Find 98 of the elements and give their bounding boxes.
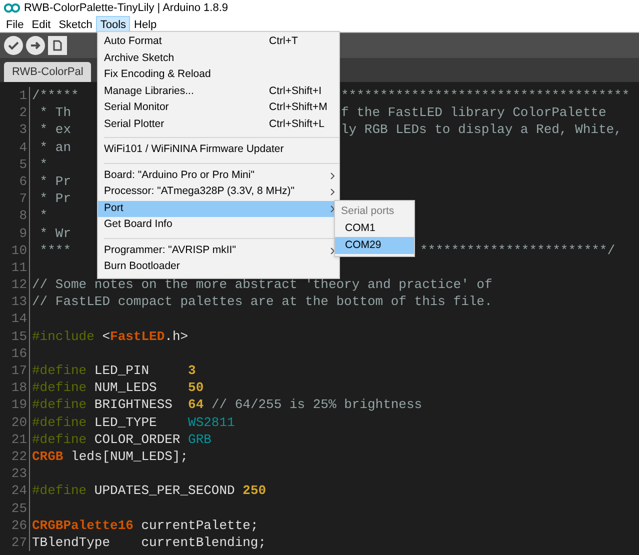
code-directive: #define	[32, 414, 87, 431]
code-plain: BRIGHTNESS	[93, 396, 174, 414]
line-number: 16	[0, 344, 30, 362]
com-port-option[interactable]: COM1	[335, 220, 414, 237]
code-constant: WS2811	[188, 414, 235, 431]
code-type: CRGB	[32, 448, 64, 466]
line-number: 23	[0, 465, 30, 482]
menu-item[interactable]: Archive Sketch	[98, 50, 339, 67]
new-button[interactable]	[48, 36, 67, 55]
checkmark-icon	[8, 41, 19, 50]
line-number: 10	[0, 242, 30, 259]
code-comment: * Wr	[38, 224, 72, 242]
line-number: 6	[0, 172, 30, 190]
line-number: 4	[0, 138, 30, 156]
code-plain: UPDATES_PER_SECOND	[93, 482, 236, 500]
code-type: CRGBPalette16	[32, 516, 134, 534]
arrow-right-icon	[30, 41, 41, 50]
menu-item[interactable]: Edit	[28, 16, 55, 32]
code-comment: /*****	[32, 87, 79, 104]
menu-item[interactable]: Burn Bootloader	[98, 259, 339, 276]
code-comment: ly RGB LEDs to display a Red, White,	[341, 121, 622, 139]
code-comment: f the FastLED library ColorPalette	[341, 104, 606, 122]
code-comment: ****	[38, 242, 72, 259]
line-number: 5	[0, 156, 30, 173]
submenu-item[interactable]: Processor: "ATmega328P (3.3V, 8 MHz)"	[98, 184, 339, 200]
code-plain: LED_PIN	[93, 362, 150, 380]
code-directive: #define	[32, 362, 87, 380]
line-number: 1	[0, 87, 30, 104]
code-directive: #define	[32, 379, 87, 396]
menu-item[interactable]: Manage Libraries... Ctrl+Shift+I	[98, 84, 339, 100]
line-number: 11	[0, 258, 30, 276]
sketch-tab[interactable]: RWB-ColorPal	[4, 62, 92, 82]
code-plain: <	[101, 328, 110, 345]
code-number: 3	[188, 362, 196, 380]
line-number: 20	[0, 414, 30, 431]
code-plain: TBlendType currentBlending;	[32, 534, 266, 552]
line-number: 12	[0, 276, 30, 294]
line-number: 27	[0, 534, 30, 552]
code-comment: ************************/	[420, 242, 616, 259]
line-number: 15	[0, 328, 30, 345]
code-comment: * Th	[38, 104, 72, 122]
line-number: 8	[0, 207, 30, 224]
menu-item[interactable]: Sketch	[54, 16, 96, 32]
menu-item[interactable]: Serial Monitor Ctrl+Shift+M	[98, 100, 339, 116]
menu-item[interactable]: Fix Encoding & Reload	[98, 67, 339, 84]
line-number: 3	[0, 121, 30, 139]
upload-button[interactable]	[26, 36, 45, 55]
menu-item[interactable]: Tools	[96, 16, 130, 32]
code-type: FastLED	[110, 328, 165, 345]
code-comment: *************************************	[341, 87, 630, 104]
code-comment: *	[38, 156, 48, 173]
line-number: 7	[0, 190, 30, 208]
verify-button[interactable]	[4, 36, 23, 55]
code-number: 50	[188, 379, 204, 396]
line-number: 14	[0, 310, 30, 328]
line-number: 21	[0, 430, 30, 448]
code-comment: // Some notes on the more abstract 'theory and practice' of	[32, 276, 492, 294]
menu-item[interactable]: Serial Plotter Ctrl+Shift+L	[98, 116, 339, 133]
window-title: RWB-ColorPalette-TinyLily | Arduino 1.8.9	[24, 0, 228, 16]
menu-item[interactable]: File	[2, 16, 28, 32]
code-directive: #define	[32, 430, 87, 448]
code-plain: NUM_LEDS	[93, 379, 158, 396]
code-plain: COLOR_ORDER	[93, 430, 182, 448]
code-plain: LED_TYPE	[93, 414, 158, 431]
code-plain: currentPalette;	[140, 516, 258, 534]
code-number: 64	[188, 396, 204, 414]
code-comment: * Pr	[38, 190, 72, 208]
submenu-item[interactable]: Board: "Arduino Pro or Pro Mini"	[98, 168, 339, 184]
code-plain: leds[NUM_LEDS];	[70, 448, 188, 466]
line-number: 9	[0, 224, 30, 242]
code-comment: // 64/255 is 25% brightness	[210, 396, 422, 414]
line-number: 17	[0, 362, 30, 380]
code-comment: * Pr	[38, 172, 72, 190]
code-comment: * an	[38, 138, 72, 156]
line-number: 18	[0, 379, 30, 396]
line-number: 2	[0, 104, 30, 122]
code-directive: #define	[32, 396, 87, 414]
menu-item[interactable]: WiFi101 / WiFiNINA Firmware Updater	[98, 142, 339, 158]
chevron-right-icon	[330, 246, 335, 255]
code-comment: * ex	[38, 121, 72, 139]
line-number: 25	[0, 500, 30, 517]
com-port-option[interactable]: COM29	[335, 237, 414, 254]
infinity-logo-icon	[4, 3, 20, 13]
code-comment: // FastLED compact palettes are at the bottom of this file.	[32, 293, 492, 310]
code-plain: .h>	[164, 328, 188, 345]
line-number: 26	[0, 516, 30, 534]
menu-item[interactable]: Help	[130, 16, 161, 32]
code-directive: #include	[32, 328, 94, 345]
line-number: 13	[0, 293, 30, 310]
code-constant: GRB	[188, 430, 212, 448]
code-directive: #define	[32, 482, 87, 500]
line-number: 24	[0, 482, 30, 500]
document-icon	[53, 40, 62, 51]
line-number: 19	[0, 396, 30, 414]
code-comment: *	[38, 207, 48, 224]
submenu-header: Serial ports	[340, 204, 396, 219]
code-number: 250	[242, 482, 266, 500]
line-number: 22	[0, 448, 30, 466]
